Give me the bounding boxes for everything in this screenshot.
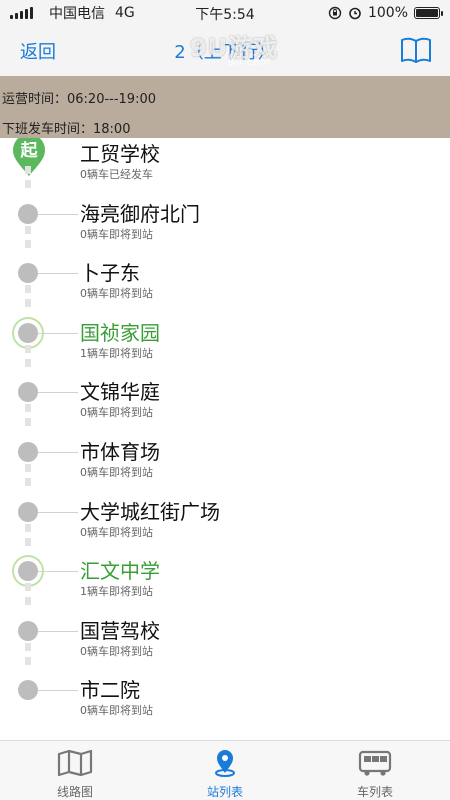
station-status: 0辆车即将到站 <box>80 466 153 479</box>
station-name: 大学城红街广场 <box>80 499 220 524</box>
station-status: 0辆车即将到站 <box>80 406 153 420</box>
station-name: 文锦华庭 <box>80 380 160 405</box>
book-icon[interactable] <box>400 36 432 64</box>
map-icon <box>57 749 93 777</box>
station-status: 0辆车即将到站 <box>80 704 153 718</box>
station-row[interactable]: 文锦华庭 0辆车即将到站 <box>0 374 450 434</box>
signal-icon <box>10 7 33 19</box>
station-status: 0辆车即将到站 <box>80 644 153 658</box>
status-bar: 中国电信 4G 下午5:54 100% <box>0 0 450 26</box>
route-rail <box>25 344 31 373</box>
station-row[interactable]: 国祯家园 1辆车即将到站 <box>0 315 450 375</box>
station-status: 0辆车即将到站 <box>80 227 153 241</box>
station-row[interactable]: 海亮御府北门 0辆车即将到站 <box>0 196 450 256</box>
route-rail <box>25 642 31 671</box>
connector-line <box>38 571 78 573</box>
route-rail <box>25 523 31 552</box>
watermark-logo: 9U游戏 9u.com <box>190 34 279 68</box>
connector-line <box>38 273 78 275</box>
nav-bar: 返回 2（上下行） 9U游戏 9u.com <box>0 26 450 76</box>
tab-label: 车列表 <box>356 785 393 799</box>
station-list[interactable]: 起工贸学校 0辆车已经发车 海亮御府北门 0辆车即将到站 卜子东 0辆车即将到站 国祯家园 1… <box>0 138 450 738</box>
route-rail <box>25 404 31 433</box>
station-name: 海亮御府北门 <box>80 201 200 226</box>
station-marker-icon <box>18 203 38 224</box>
station-marker-icon <box>18 322 38 343</box>
station-row[interactable]: 卜子东 0辆车即将到站 <box>0 255 450 315</box>
battery-percent: 100% <box>367 5 408 21</box>
start-label: 起 <box>20 140 39 161</box>
station-row[interactable]: 大学城红街广场 0辆车即将到站 <box>0 494 450 554</box>
connector-line <box>38 511 78 513</box>
connector-line <box>38 392 78 394</box>
station-row[interactable]: 汇文中学 1辆车即将到站 <box>0 553 450 613</box>
station-status: 0辆车即将到站 <box>80 287 153 301</box>
connector-line <box>38 332 78 334</box>
tab-bus-list[interactable]: 车列表 <box>300 741 450 800</box>
station-status: 0辆车即将到站 <box>80 525 153 539</box>
connector-line <box>38 690 78 692</box>
network-type: 4G <box>115 5 135 21</box>
connector-line <box>38 630 78 632</box>
station-row[interactable]: 市二院 0辆车即将到站 <box>0 672 450 732</box>
last-departure-time: 下班发车时间：18:00 <box>2 122 131 137</box>
route-rail <box>25 166 31 194</box>
station-row[interactable]: 市体育场 0辆车即将到站 <box>0 434 450 494</box>
station-marker-icon <box>18 620 38 641</box>
tab-bar: 线路图 站列表 车列表 <box>0 740 450 800</box>
route-rail <box>25 464 31 492</box>
location-pin-icon <box>215 750 235 777</box>
station-name: 工贸学校 <box>80 142 160 166</box>
route-rail <box>25 583 31 612</box>
rotation-lock-icon <box>328 6 342 20</box>
station-status: 1辆车即将到站 <box>80 346 153 360</box>
bus-icon <box>358 750 392 776</box>
station-name: 市二院 <box>80 678 140 703</box>
route-rail <box>25 285 31 314</box>
station-name: 汇文中学 <box>80 559 160 584</box>
connector-line <box>38 452 78 453</box>
station-marker-icon <box>18 263 38 284</box>
station-name: 市体育场 <box>80 440 160 464</box>
tab-label: 线路图 <box>56 785 93 799</box>
tab-label: 站列表 <box>206 785 243 799</box>
route-rail <box>25 225 31 254</box>
station-marker-icon <box>18 561 38 582</box>
station-status: 1辆车即将到站 <box>80 585 153 599</box>
battery-icon <box>414 7 443 19</box>
station-name: 卜子东 <box>80 261 140 286</box>
tab-station-list[interactable]: 站列表 <box>150 741 300 800</box>
station-marker-icon <box>18 382 38 403</box>
station-marker-icon <box>18 442 38 462</box>
carrier-name: 中国电信 <box>49 6 105 22</box>
route-info: 运营时间：06:20---19:00 下班发车时间：18:00 <box>0 76 450 138</box>
station-name: 国营驾校 <box>80 618 160 643</box>
station-status: 0辆车已经发车 <box>80 168 153 181</box>
station-row[interactable]: 起 工贸学校 0辆车已经发车 <box>0 138 450 196</box>
operating-hours: 运营时间：06:20---19:00 <box>2 92 157 107</box>
tab-route-map[interactable]: 线路图 <box>0 741 150 800</box>
station-marker-icon <box>18 501 38 522</box>
station-name: 国祯家园 <box>80 320 160 345</box>
alarm-icon <box>349 7 361 20</box>
station-row[interactable]: 国营驾校 0辆车即将到站 <box>0 613 450 673</box>
station-marker-icon <box>18 680 38 701</box>
connector-line <box>38 213 78 215</box>
